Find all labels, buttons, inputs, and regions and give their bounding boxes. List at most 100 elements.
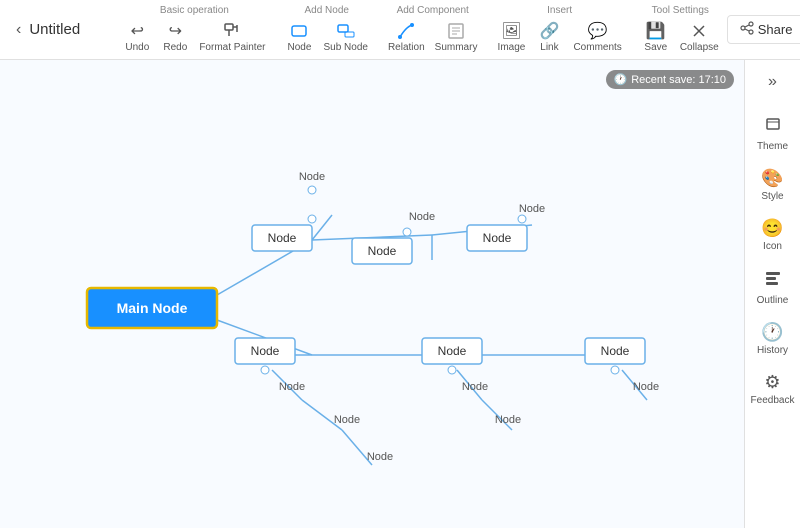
recent-save-badge: 🕐 Recent save: 17:10: [606, 70, 735, 89]
toolbar-group-add-component: Add Component Relation Summary: [384, 5, 482, 55]
relation-icon: [395, 20, 417, 42]
float-node-text-7: Node: [462, 381, 488, 393]
float-node-text-1: Node: [299, 171, 325, 183]
main-area: 🕐 Recent save: 17:10: [0, 60, 800, 528]
share-label: Share: [758, 22, 793, 37]
style-label: Style: [761, 191, 783, 202]
save-label: Save: [644, 42, 667, 53]
icon-icon: 😊: [761, 218, 783, 239]
toolbar-group-label-tools: Tool Settings: [652, 5, 709, 16]
node-label: Node: [288, 42, 312, 53]
collapse-button[interactable]: Collapse: [676, 18, 723, 55]
child-node-4[interactable]: Node: [235, 338, 295, 374]
summary-icon: [445, 20, 467, 42]
toolbar-group-tool-settings: Tool Settings 💾 Save Collapse: [638, 5, 723, 55]
outline-icon: [763, 268, 783, 293]
sidebar-item-outline[interactable]: Outline: [749, 262, 797, 312]
toolbar-group-basic-operation: Basic operation ↩ Undo ↪ Redo Format Pai…: [119, 5, 269, 55]
format-painter-button[interactable]: Format Painter: [195, 18, 269, 55]
history-icon: 🕐: [761, 322, 783, 343]
comments-button[interactable]: 💬 Comments: [569, 18, 625, 55]
sidebar-item-style[interactable]: 🎨 Style: [749, 162, 797, 208]
child-node-4-text: Node: [251, 344, 280, 358]
undo-button[interactable]: ↩ Undo: [119, 18, 155, 55]
sidebar-item-theme[interactable]: Theme: [749, 108, 797, 158]
sub-node-icon: [335, 20, 357, 42]
feedback-label: Feedback: [751, 395, 795, 406]
format-painter-label: Format Painter: [199, 42, 265, 53]
undo-label: Undo: [125, 42, 149, 53]
clock-icon: 🕐: [614, 73, 628, 86]
format-painter-icon: [221, 20, 243, 42]
comments-icon: 💬: [587, 20, 609, 42]
toolbar-group-add-node: Add Node Node Sub Node: [281, 5, 371, 55]
child-node-5[interactable]: Node: [422, 338, 482, 374]
relation-button[interactable]: Relation: [384, 18, 429, 55]
collapse-icon: [688, 20, 710, 42]
toolbar-group-label-addnode: Add Node: [304, 5, 348, 16]
redo-button[interactable]: ↪ Redo: [157, 18, 193, 55]
share-button[interactable]: Share: [727, 15, 800, 44]
sidebar-item-icon[interactable]: 😊 Icon: [749, 212, 797, 258]
sidebar-item-feedback[interactable]: ⚙ Feedback: [749, 366, 797, 412]
mindmap-canvas[interactable]: Main Node Node Node Node Node Node: [0, 60, 744, 528]
save-icon: 💾: [645, 20, 667, 42]
save-button[interactable]: 💾 Save: [638, 18, 674, 55]
link-button[interactable]: 🔗 Link: [531, 18, 567, 55]
toolbar-group-label-basic: Basic operation: [160, 5, 229, 16]
main-node[interactable]: Main Node: [87, 288, 217, 328]
outline-label: Outline: [757, 295, 789, 306]
float-node-text-9: Node: [633, 381, 659, 393]
float-node-text-5: Node: [334, 414, 360, 426]
float-node-text-6: Node: [367, 451, 393, 463]
image-button[interactable]: 🖼 Image: [493, 18, 529, 55]
child-node-6-text: Node: [601, 344, 630, 358]
recent-save-text: Recent save: 17:10: [631, 74, 726, 86]
float-node-text-3: Node: [519, 203, 545, 215]
float-node-text-4: Node: [279, 381, 305, 393]
relation-label: Relation: [388, 42, 425, 53]
sidebar-collapse-button[interactable]: »: [759, 68, 787, 96]
child-node-6[interactable]: Node: [585, 338, 645, 374]
child-node-5-text: Node: [438, 344, 467, 358]
node-button[interactable]: Node: [281, 18, 317, 55]
header-right: Share Export: [727, 15, 800, 44]
back-button[interactable]: ‹: [8, 17, 29, 43]
right-sidebar: » Theme 🎨 Style 😊 Icon Outline 🕐 History: [744, 60, 800, 528]
child-node-3-text: Node: [483, 231, 512, 245]
redo-label: Redo: [163, 42, 187, 53]
theme-icon: [763, 114, 783, 139]
toolbar-group-label-component: Add Component: [397, 5, 469, 16]
collapse-label: Collapse: [680, 42, 719, 53]
style-icon: 🎨: [761, 168, 783, 189]
summary-button[interactable]: Summary: [431, 18, 482, 55]
child-node-1-text: Node: [268, 231, 297, 245]
image-icon: 🖼: [500, 20, 522, 42]
node-icon: [288, 20, 310, 42]
summary-label: Summary: [435, 42, 478, 53]
sidebar-item-history[interactable]: 🕐 History: [749, 316, 797, 362]
child-node-2[interactable]: Node: [352, 228, 412, 264]
theme-label: Theme: [757, 141, 788, 152]
undo-icon: ↩: [126, 20, 148, 42]
main-node-text: Main Node: [117, 300, 188, 316]
node-connector-1: [308, 186, 316, 194]
link-label: Link: [540, 42, 558, 53]
feedback-icon: ⚙: [764, 372, 780, 393]
sub-node-button[interactable]: Sub Node: [319, 18, 371, 55]
toolbar-group-insert: Insert 🖼 Image 🔗 Link 💬 Comments: [493, 5, 625, 55]
document-title: Untitled: [29, 21, 99, 38]
child-node-1[interactable]: Node: [252, 215, 316, 251]
icon-label: Icon: [763, 241, 782, 252]
comments-label: Comments: [573, 42, 621, 53]
float-node-text-8: Node: [495, 414, 521, 426]
history-label: History: [757, 345, 788, 356]
toolbar-group-label-insert: Insert: [547, 5, 572, 16]
child-node-2-text: Node: [368, 244, 397, 258]
child-node-3[interactable]: Node: [467, 215, 527, 251]
sub-node-label: Sub Node: [323, 42, 367, 53]
link-icon: 🔗: [538, 20, 560, 42]
redo-icon: ↪: [164, 20, 186, 42]
canvas[interactable]: 🕐 Recent save: 17:10: [0, 60, 744, 528]
image-label: Image: [498, 42, 526, 53]
